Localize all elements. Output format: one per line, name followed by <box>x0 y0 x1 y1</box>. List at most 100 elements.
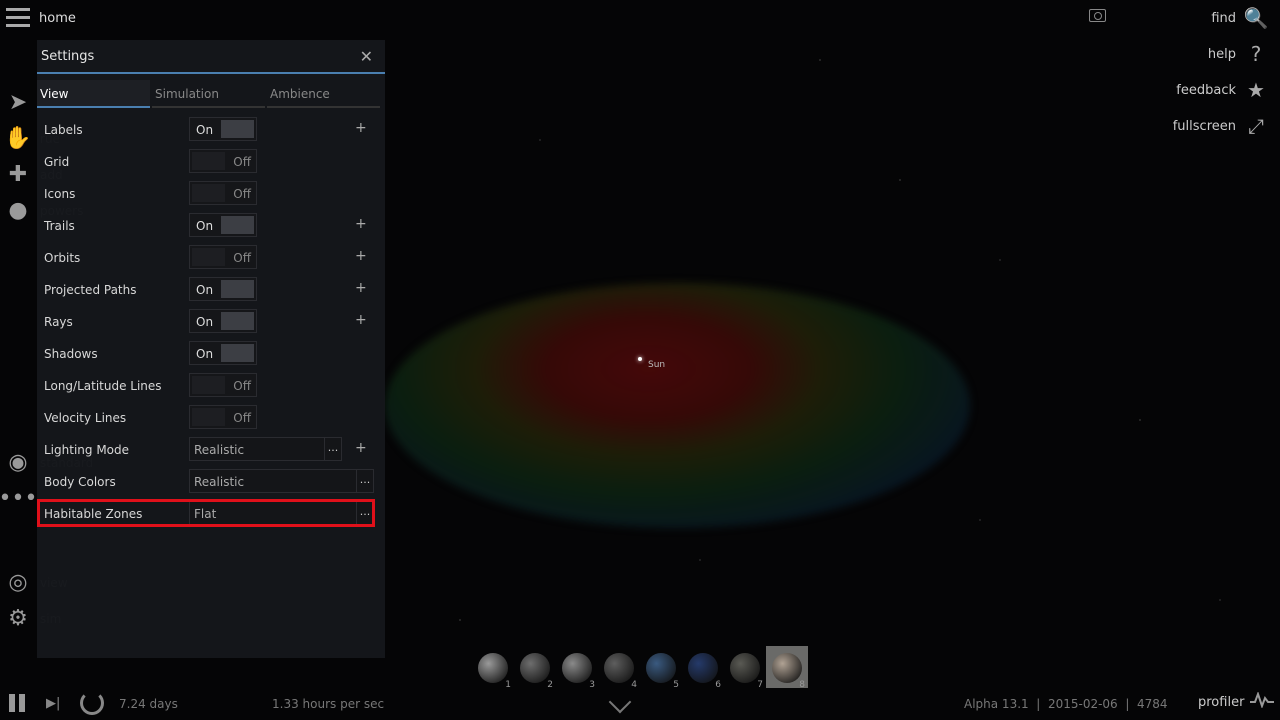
setting-toggle[interactable]: Off <box>189 245 257 269</box>
toggle-knob[interactable] <box>192 152 225 170</box>
body-thumbnail[interactable]: 5 <box>640 646 682 690</box>
body-thumbnail[interactable]: 2 <box>514 646 556 690</box>
fullscreen-label[interactable]: fullscreen <box>1173 119 1236 134</box>
star-icon[interactable]: ★ <box>1244 78 1268 102</box>
fullscreen-item[interactable]: fullscreen ⤢ <box>1173 114 1268 138</box>
setting-toggle[interactable]: On <box>189 309 257 333</box>
camera-icon[interactable] <box>1089 9 1106 22</box>
settings-tabs: View Simulation Ambience <box>37 80 385 108</box>
setting-toggle[interactable]: On <box>189 277 257 301</box>
body-number: 4 <box>631 680 637 690</box>
feedback-item[interactable]: feedback ★ <box>1176 78 1268 102</box>
setting-label: Body Colors <box>44 475 116 489</box>
toggle-state: On <box>196 123 214 137</box>
toggle-knob[interactable] <box>221 216 254 234</box>
reset-time-icon[interactable] <box>80 691 104 715</box>
setting-toggle[interactable]: On <box>189 117 257 141</box>
setting-label: Rays <box>44 315 73 329</box>
fullscreen-icon[interactable]: ⤢ <box>1244 114 1268 138</box>
setting-row: Shadows On <box>44 341 374 367</box>
search-icon[interactable]: 🔍 <box>1244 6 1269 30</box>
eye-icon[interactable]: ◎ <box>4 568 32 596</box>
feedback-label[interactable]: feedback <box>1176 83 1236 98</box>
elapsed-time: 7.24 days <box>119 697 178 711</box>
orbit-dots-icon[interactable]: ••• <box>0 484 37 512</box>
find-label[interactable]: find <box>1211 11 1236 26</box>
toggle-state: On <box>196 219 214 233</box>
home-link[interactable]: home <box>39 11 76 26</box>
toggle-knob[interactable] <box>221 120 254 138</box>
add-icon[interactable]: ✚ <box>4 160 32 188</box>
target-icon[interactable]: ◉ <box>4 448 32 476</box>
expand-plus-icon[interactable]: + <box>355 440 367 456</box>
toggle-state: On <box>196 347 214 361</box>
body-number: 7 <box>757 680 763 690</box>
close-icon[interactable]: ✕ <box>360 47 373 66</box>
sun-label[interactable]: Sun <box>648 360 665 370</box>
setting-label: Lighting Mode <box>44 443 130 457</box>
toggle-knob[interactable] <box>221 312 254 330</box>
expand-plus-icon[interactable]: + <box>355 120 367 136</box>
tab-simulation[interactable]: Simulation <box>152 80 265 108</box>
drop-icon[interactable]: ● <box>4 196 32 224</box>
hand-icon[interactable]: ✋ <box>4 124 32 152</box>
more-options-button[interactable]: ... <box>356 470 373 492</box>
setting-row: Icons Off <box>44 181 374 207</box>
setting-toggle[interactable]: Off <box>189 373 257 397</box>
body-number: 8 <box>799 680 805 690</box>
toggle-knob[interactable] <box>192 376 225 394</box>
planet-icon <box>604 653 634 683</box>
setting-toggle[interactable]: Off <box>189 149 257 173</box>
expand-plus-icon[interactable]: + <box>355 248 367 264</box>
body-thumbnail[interactable]: 8 <box>766 646 808 690</box>
body-thumbnail[interactable]: 1 <box>472 646 514 690</box>
sun-marker[interactable] <box>638 357 642 361</box>
setting-row: Lighting Mode Realistic... + <box>44 437 374 463</box>
profiler-graph-icon[interactable] <box>1250 692 1274 708</box>
gear-icon[interactable]: ⚙ <box>4 604 32 632</box>
time-rate[interactable]: 1.33 hours per sec <box>272 697 384 711</box>
planet-icon <box>772 653 802 683</box>
version-info: Alpha 13.1 | 2015-02-06 | 4784 <box>964 697 1168 711</box>
body-thumbnail[interactable]: 4 <box>598 646 640 690</box>
toggle-knob[interactable] <box>192 248 225 266</box>
select-pointer-icon[interactable]: ➤ <box>4 88 32 116</box>
expand-plus-icon[interactable]: + <box>355 280 367 296</box>
setting-label: Labels <box>44 123 83 137</box>
toggle-knob[interactable] <box>221 344 254 362</box>
profiler-label[interactable]: profiler <box>1198 695 1244 710</box>
body-number: 1 <box>505 680 511 690</box>
help-item[interactable]: help? <box>1208 42 1268 66</box>
setting-row: Grid Off <box>44 149 374 175</box>
menu-icon[interactable] <box>6 8 30 28</box>
toggle-knob[interactable] <box>221 280 254 298</box>
setting-select[interactable]: Realistic... <box>189 469 374 493</box>
toggle-knob[interactable] <box>192 408 225 426</box>
expand-plus-icon[interactable]: + <box>355 312 367 328</box>
settings-title: Settings <box>41 49 95 64</box>
expand-plus-icon[interactable]: + <box>355 216 367 232</box>
setting-toggle[interactable]: On <box>189 341 257 365</box>
more-options-button[interactable]: ... <box>324 438 341 460</box>
setting-label: Trails <box>44 219 75 233</box>
body-thumbnail[interactable]: 3 <box>556 646 598 690</box>
setting-toggle[interactable]: Off <box>189 405 257 429</box>
body-thumbnail[interactable]: 7 <box>724 646 766 690</box>
planet-icon <box>688 653 718 683</box>
body-number: 5 <box>673 680 679 690</box>
setting-label: Projected Paths <box>44 283 137 297</box>
toggle-state: Off <box>233 155 251 169</box>
setting-select[interactable]: Realistic... <box>189 437 342 461</box>
step-forward-icon[interactable]: ▶| <box>46 696 60 711</box>
select-value: Realistic <box>194 443 245 457</box>
setting-toggle[interactable]: Off <box>189 181 257 205</box>
toggle-knob[interactable] <box>192 184 225 202</box>
find-item[interactable]: find 🔍 <box>1211 6 1268 30</box>
help-label[interactable]: help <box>1208 47 1236 62</box>
tab-ambience[interactable]: Ambience <box>267 80 380 108</box>
tab-view[interactable]: View <box>37 80 150 108</box>
pause-icon[interactable] <box>9 694 27 712</box>
help-icon[interactable]: ? <box>1244 42 1268 66</box>
body-thumbnail[interactable]: 6 <box>682 646 724 690</box>
setting-toggle[interactable]: On <box>189 213 257 237</box>
